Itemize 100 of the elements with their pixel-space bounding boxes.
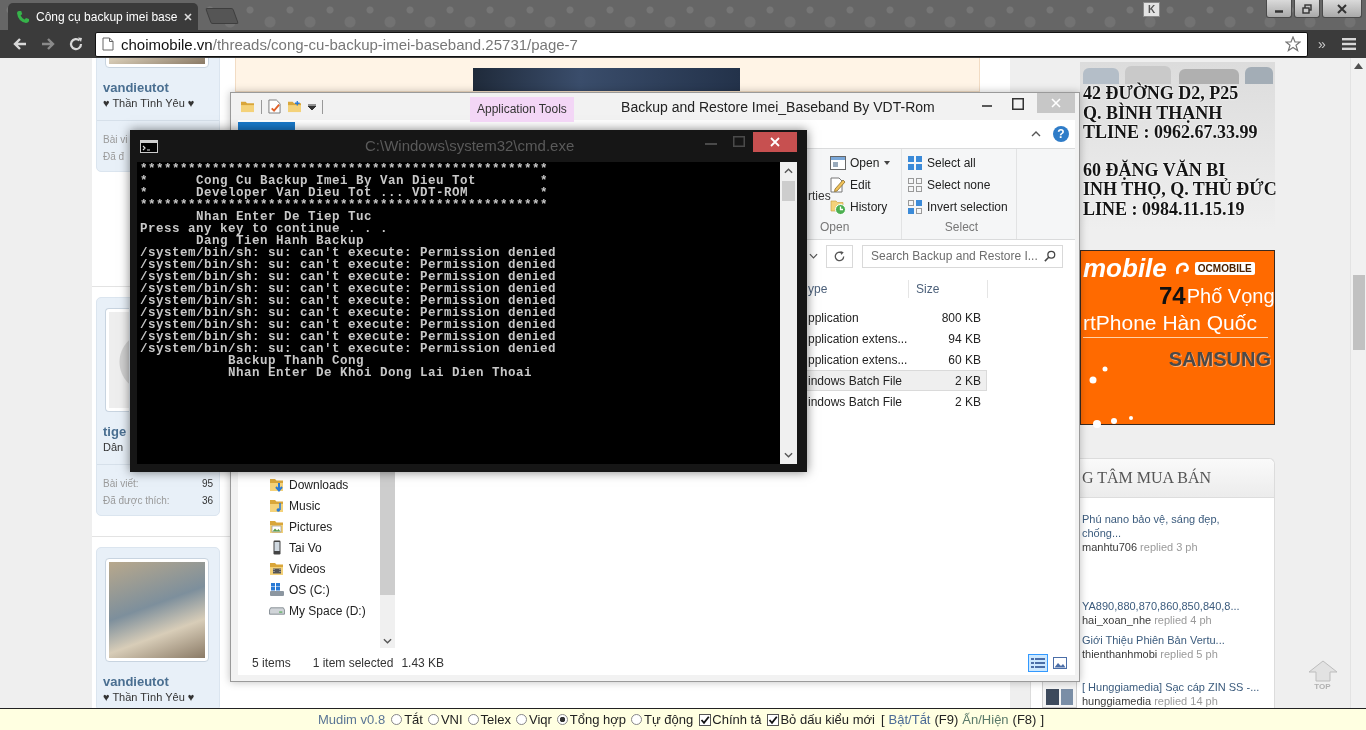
ribbon-button[interactable]: Invert selection <box>907 196 1016 218</box>
empty-grid-icon <box>907 177 923 193</box>
option-label[interactable]: Tắt <box>404 712 423 727</box>
nav-item[interactable]: Pictures <box>238 516 380 537</box>
new-folder-icon[interactable] <box>287 100 302 113</box>
minimize-button[interactable] <box>1266 0 1292 18</box>
ribbon-button[interactable]: Edit <box>830 174 891 196</box>
nav-item[interactable]: Tai Vo <box>238 537 380 558</box>
thread-link[interactable]: [ Hunggiamedia] Sạc cáp ZIN SS -... <box>1082 680 1262 694</box>
thread-thumbnail[interactable] <box>1042 680 1077 708</box>
checkbox[interactable] <box>699 713 712 726</box>
extensions-overflow-button[interactable]: » <box>1318 36 1326 52</box>
scrollbar-thumb[interactable] <box>782 181 795 201</box>
screenshot-thumbnail[interactable] <box>473 68 740 91</box>
pictures-folder-icon <box>269 518 285 535</box>
username-link[interactable]: thienthanhmobi <box>1082 648 1158 660</box>
option-label[interactable]: Bỏ dấu kiểu mới <box>780 712 875 727</box>
username-link[interactable]: tige <box>103 424 127 440</box>
picture-icon <box>1053 656 1067 669</box>
username-link[interactable]: manhtu706 <box>1082 541 1138 553</box>
caret-up-icon[interactable] <box>1354 63 1363 69</box>
ribbon-button[interactable]: Open <box>830 152 891 174</box>
option-label[interactable]: Tổng hợp <box>569 712 627 727</box>
chevron-down-icon[interactable] <box>809 253 818 259</box>
username-link[interactable]: hai_xoan_nhe <box>1082 614 1152 626</box>
option-label[interactable]: VNI <box>440 712 463 727</box>
option-label[interactable]: Viqr <box>528 712 552 727</box>
ribbon-button[interactable]: Select all <box>907 152 1016 174</box>
ribbon-button[interactable]: History <box>830 196 891 218</box>
search-icon <box>1044 250 1056 262</box>
file-row[interactable]: indows Batch File 2 KB <box>807 370 987 391</box>
radio-button[interactable] <box>467 714 479 725</box>
properties-button[interactable]: rties <box>808 152 830 218</box>
stat-label: Đã đ <box>103 150 125 164</box>
default-avatar[interactable] <box>105 308 129 412</box>
close-button[interactable] <box>1322 0 1362 18</box>
drive-icon <box>269 606 285 615</box>
extension-button[interactable]: K <box>1143 2 1160 17</box>
option-label[interactable]: Tự động <box>644 712 694 727</box>
scrollbar[interactable] <box>780 162 797 464</box>
address-field[interactable]: choimobile.vn/threads/cong-cu-backup-imei-baseband.25731/page-7 <box>95 31 1308 57</box>
help-button[interactable]: ? <box>1053 126 1069 142</box>
nav-item[interactable]: Videos <box>238 558 380 579</box>
pencil-icon <box>830 177 846 193</box>
phone-icon <box>273 540 281 555</box>
radio-button[interactable] <box>515 714 527 725</box>
thread-link[interactable]: Phú nano bảo vệ, sáng đẹp, chống... <box>1082 512 1232 540</box>
nav-item[interactable]: Music <box>238 495 380 516</box>
document-check-icon[interactable] <box>268 99 281 114</box>
nav-item[interactable]: Downloads <box>238 474 380 495</box>
caret-down-icon[interactable] <box>308 103 316 110</box>
radio-button[interactable] <box>427 714 439 725</box>
back-arrow-icon[interactable] <box>12 36 28 52</box>
close-icon[interactable] <box>183 11 194 22</box>
caret-up-icon[interactable] <box>784 168 793 174</box>
page-scrollbar[interactable] <box>1350 58 1366 708</box>
menu-icon[interactable] <box>1341 38 1356 50</box>
nav-item[interactable]: My Space (D:) <box>238 600 380 621</box>
username-link[interactable]: hunggiamedia <box>1082 695 1152 707</box>
star-icon[interactable] <box>1285 36 1301 52</box>
thread-link[interactable]: YA890,880,870,860,850,840,8... <box>1082 599 1262 613</box>
maximize-button[interactable] <box>1294 0 1320 18</box>
option-label[interactable]: Chính tả <box>712 712 762 727</box>
toggle-link[interactable]: Bật/Tắt <box>888 712 931 727</box>
username-link[interactable]: vandieutot <box>103 80 169 96</box>
scrollbar-thumb[interactable] <box>380 472 395 595</box>
nav-item[interactable]: OS (C:) <box>238 579 380 600</box>
ribbon-button[interactable]: Select none <box>907 174 1016 196</box>
username-link[interactable]: vandieutot <box>103 674 169 690</box>
checkbox[interactable] <box>767 713 780 726</box>
bracket-text: [ <box>880 712 885 727</box>
file-row[interactable]: pplication extens... 60 KB <box>807 349 987 370</box>
context-tab[interactable]: Application Tools <box>470 97 574 122</box>
chevron-up-icon[interactable] <box>1031 131 1041 137</box>
radio-button[interactable] <box>631 714 643 725</box>
caret-down-icon[interactable] <box>784 452 793 458</box>
radio-button[interactable] <box>556 714 568 725</box>
new-tab-button[interactable] <box>205 8 239 24</box>
folder-clock-icon <box>830 199 846 215</box>
scrollbar[interactable] <box>380 472 395 648</box>
folder-icon[interactable] <box>240 100 255 113</box>
option-label[interactable]: Telex <box>480 712 511 727</box>
forward-arrow-icon[interactable] <box>40 36 56 52</box>
file-row[interactable]: indows Batch File 2 KB <box>807 391 987 412</box>
avatar-photo[interactable] <box>105 558 209 662</box>
file-row[interactable]: pplication extens... 94 KB <box>807 328 987 349</box>
radio-button[interactable] <box>391 714 403 725</box>
scrollbar-thumb[interactable] <box>1352 275 1365 350</box>
chevron-down-icon[interactable] <box>383 638 392 644</box>
maximize-icon[interactable] <box>1012 98 1024 110</box>
view-button[interactable] <box>1028 653 1048 672</box>
column-header[interactable]: Size <box>909 280 988 298</box>
search-field[interactable]: Search Backup and Restore I... <box>862 244 1063 268</box>
file-row[interactable]: pplication 800 KB <box>807 307 987 328</box>
refresh-button[interactable] <box>826 244 853 268</box>
reload-icon[interactable] <box>68 36 84 52</box>
ad-banner[interactable]: mobile OCMOBILE 74Phố Vọng rtPhone Hàn Quốc SAMSUNG <box>1080 250 1275 425</box>
browser-tab[interactable]: Công cụ backup imei base <box>8 3 198 30</box>
thread-link[interactable]: Giới Thiệu Phiên Bản Vertu... <box>1082 633 1262 647</box>
toggle-link[interactable]: Ấn/Hiện <box>962 712 1009 727</box>
